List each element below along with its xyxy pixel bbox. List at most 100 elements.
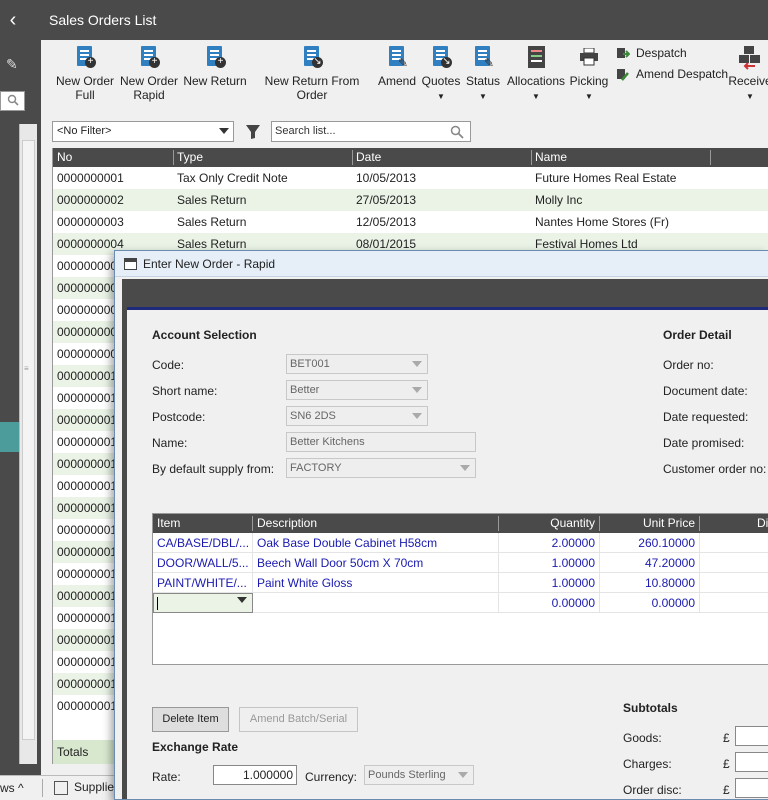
- rate-input[interactable]: 1.000000: [213, 765, 297, 785]
- picking-label: Picking: [569, 74, 609, 88]
- date-promised-label: Date promised:: [663, 436, 745, 450]
- chevron-down-icon[interactable]: [237, 597, 247, 603]
- new-return-from-order-button[interactable]: ↘ New Return From Order: [251, 46, 373, 102]
- name-field[interactable]: Better Kitchens: [286, 432, 476, 452]
- postcode-label: Postcode:: [152, 410, 206, 424]
- toolbar: + New Order Full + New Order Rapid + New…: [41, 40, 768, 116]
- scroll-thumb[interactable]: [22, 140, 35, 740]
- list-icon: [54, 780, 68, 795]
- suppliers-tab[interactable]: Supplie: [54, 780, 114, 795]
- picking-dropdown[interactable]: Picking ▼: [569, 46, 609, 104]
- rate-label: Rate:: [152, 770, 181, 784]
- currency-label: Currency:: [305, 770, 358, 784]
- new-order-rapid-label-1: New Order: [119, 74, 178, 88]
- table-row[interactable]: 0000000003 Sales Return 12/05/2013 Nantes H…: [53, 211, 768, 233]
- chevron-down-icon: [460, 465, 470, 471]
- order-detail-heading: Order Detail: [663, 328, 732, 342]
- column-header-unit-price[interactable]: Unit Price: [603, 516, 695, 530]
- rail-accent: [0, 422, 19, 452]
- row-name: Future Homes Real Estate: [535, 171, 677, 185]
- order-line-row[interactable]: PAINT/WHITE/... Paint White Gloss 1.0000…: [153, 573, 768, 593]
- allocations-dropdown[interactable]: Allocations ▼: [505, 46, 567, 104]
- date-requested-label: Date requested:: [663, 410, 749, 424]
- currency-select[interactable]: Pounds Sterling: [364, 765, 474, 785]
- search-list-input[interactable]: Search list...: [271, 121, 471, 142]
- postcode-field[interactable]: SN6 2DS: [286, 406, 428, 426]
- amend-button[interactable]: ✎ Amend: [377, 46, 417, 88]
- column-header-no[interactable]: No: [57, 150, 72, 164]
- dialog-title: Enter New Order - Rapid: [143, 257, 276, 271]
- delete-item-button[interactable]: Delete Item: [152, 707, 229, 732]
- column-header-type[interactable]: Type: [177, 150, 203, 164]
- receive-label: Receive: [728, 74, 768, 88]
- rail-search-box[interactable]: [0, 91, 25, 111]
- column-header-quantity[interactable]: Quantity: [503, 516, 595, 530]
- column-header-discount[interactable]: Dis: [757, 516, 768, 530]
- back-arrow-icon[interactable]: ‹: [0, 0, 26, 40]
- amend-despatch-button[interactable]: Amend Despatch: [616, 67, 728, 82]
- pencil-icon[interactable]: ✎: [6, 56, 18, 73]
- row-date: 10/05/2013: [356, 171, 417, 185]
- printer-icon: [578, 46, 600, 70]
- order-disc-field: [735, 778, 768, 798]
- line-unit-price: 260.10000: [638, 536, 695, 550]
- new-line-quantity: 0.00000: [551, 596, 595, 610]
- status-label: Status: [465, 74, 501, 88]
- table-row[interactable]: 0000000001 Tax Only Credit Note 10/05/2013…: [53, 167, 768, 189]
- new-order-full-button[interactable]: + New Order Full: [55, 46, 115, 102]
- chevron-down-icon: ▼: [479, 92, 487, 101]
- funnel-icon[interactable]: [245, 124, 261, 143]
- row-type: Sales Return: [177, 237, 247, 251]
- line-unit-price: 10.80000: [644, 576, 695, 590]
- code-field[interactable]: BET001: [286, 354, 428, 374]
- grip-icon: ≡: [24, 364, 29, 373]
- column-header-item[interactable]: Item: [157, 516, 180, 530]
- row-date: 12/05/2013: [356, 215, 417, 229]
- filter-dropdown[interactable]: <No Filter>: [52, 121, 234, 142]
- new-order-rapid-button[interactable]: + New Order Rapid: [119, 46, 179, 102]
- row-date: 08/01/2015: [356, 237, 417, 251]
- new-line-unit-price: 0.00000: [651, 596, 695, 610]
- column-header-name[interactable]: Name: [535, 150, 567, 164]
- new-order-rapid-icon: +: [138, 46, 160, 70]
- window-icon: [124, 258, 137, 270]
- amend-despatch-icon: [616, 68, 630, 82]
- column-header-date[interactable]: Date: [356, 150, 381, 164]
- row-type: Tax Only Credit Note: [177, 171, 288, 185]
- status-dropdown[interactable]: ✎ Status ▼: [465, 46, 501, 104]
- order-no-label: Order no:: [663, 358, 714, 372]
- rail-scrollbar[interactable]: ≡: [19, 124, 37, 764]
- account-selection-heading: Account Selection: [152, 328, 257, 342]
- charges-field: [735, 752, 768, 772]
- dialog-title-bar[interactable]: Enter New Order - Rapid: [115, 251, 768, 277]
- order-line-new-row[interactable]: 0.00000 0.00000: [153, 593, 768, 613]
- despatch-button[interactable]: Despatch: [616, 46, 687, 61]
- short-name-label: Short name:: [152, 384, 218, 398]
- chevron-down-icon: [219, 128, 229, 134]
- short-name-field[interactable]: Better: [286, 380, 428, 400]
- table-row[interactable]: 0000000002 Sales Return 27/05/2013 Molly In…: [53, 189, 768, 211]
- order-disc-label: Order disc:: [623, 783, 682, 797]
- amend-batch-serial-button[interactable]: Amend Batch/Serial: [239, 707, 358, 732]
- quotes-icon: ↘: [430, 46, 452, 70]
- chevron-down-icon: ▼: [532, 92, 540, 101]
- order-line-row[interactable]: CA/BASE/DBL/... Oak Base Double Cabinet …: [153, 533, 768, 553]
- order-disc-currency-symbol: £: [723, 783, 730, 797]
- supply-from-field[interactable]: FACTORY: [286, 458, 476, 478]
- views-menu[interactable]: ws ^: [0, 781, 24, 795]
- receive-dropdown[interactable]: Receive ▼: [725, 46, 768, 104]
- goods-label: Goods:: [623, 731, 662, 745]
- column-header-description[interactable]: Description: [257, 516, 317, 530]
- row-no: 0000000001: [57, 171, 124, 185]
- short-name-value: Better: [290, 384, 320, 396]
- order-line-row[interactable]: DOOR/WALL/5... Beech Wall Door 50cm X 70…: [153, 553, 768, 573]
- line-description: Paint White Gloss: [257, 576, 353, 590]
- search-icon: [7, 94, 19, 106]
- item-combo-input[interactable]: [153, 593, 253, 613]
- new-order-rapid-label-2: Rapid: [133, 88, 165, 102]
- new-return-button[interactable]: + New Return: [183, 46, 247, 88]
- postcode-value: SN6 2DS: [290, 410, 336, 422]
- quotes-dropdown[interactable]: ↘ Quotes ▼: [421, 46, 461, 104]
- new-order-full-label-1: New Order: [55, 74, 114, 88]
- line-item-code: DOOR/WALL/5...: [157, 556, 249, 570]
